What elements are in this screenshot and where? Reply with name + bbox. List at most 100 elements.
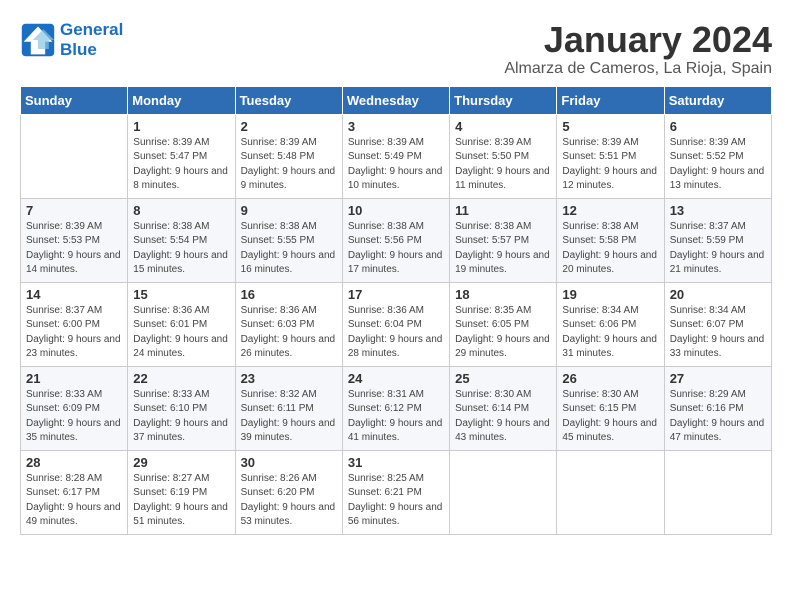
day-info: Sunrise: 8:36 AMSunset: 6:01 PMDaylight:…: [133, 304, 229, 362]
day-info: Sunrise: 8:38 AMSunset: 5:57 PMDaylight:…: [455, 220, 551, 278]
week-row-1: 1 Sunrise: 8:39 AMSunset: 5:47 PMDaylight…: [21, 114, 772, 198]
calendar-cell: 6 Sunrise: 8:39 AMSunset: 5:52 PMDaylight…: [664, 114, 771, 198]
day-info: Sunrise: 8:38 AMSunset: 5:56 PMDaylight:…: [348, 220, 444, 278]
day-number: 27: [670, 371, 766, 386]
calendar-table: SundayMondayTuesdayWednesdayThursdayFrid…: [20, 86, 772, 535]
calendar-cell: 12 Sunrise: 8:38 AMSunset: 5:58 PMDayligh…: [557, 198, 664, 282]
day-number: 8: [133, 203, 229, 218]
day-info: Sunrise: 8:38 AMSunset: 5:55 PMDaylight:…: [241, 220, 337, 278]
calendar-cell: 7 Sunrise: 8:39 AMSunset: 5:53 PMDaylight…: [21, 198, 128, 282]
day-info: Sunrise: 8:39 AMSunset: 5:51 PMDaylight:…: [562, 136, 658, 194]
calendar-cell: [557, 450, 664, 534]
day-number: 23: [241, 371, 337, 386]
calendar-cell: 2 Sunrise: 8:39 AMSunset: 5:48 PMDaylight…: [235, 114, 342, 198]
calendar-subtitle: Almarza de Cameros, La Rioja, Spain: [504, 60, 772, 78]
week-row-4: 21 Sunrise: 8:33 AMSunset: 6:09 PMDayligh…: [21, 366, 772, 450]
day-number: 4: [455, 119, 551, 134]
calendar-cell: 17 Sunrise: 8:36 AMSunset: 6:04 PMDayligh…: [342, 282, 449, 366]
calendar-cell: [664, 450, 771, 534]
logo-text: General Blue: [60, 20, 123, 61]
weekday-header-row: SundayMondayTuesdayWednesdayThursdayFrid…: [21, 86, 772, 114]
day-info: Sunrise: 8:35 AMSunset: 6:05 PMDaylight:…: [455, 304, 551, 362]
day-number: 5: [562, 119, 658, 134]
day-number: 19: [562, 287, 658, 302]
weekday-header-saturday: Saturday: [664, 86, 771, 114]
day-info: Sunrise: 8:30 AMSunset: 6:15 PMDaylight:…: [562, 388, 658, 446]
day-info: Sunrise: 8:39 AMSunset: 5:48 PMDaylight:…: [241, 136, 337, 194]
title-area: January 2024 Almarza de Cameros, La Rioj…: [504, 20, 772, 78]
day-number: 21: [26, 371, 122, 386]
day-number: 13: [670, 203, 766, 218]
day-info: Sunrise: 8:31 AMSunset: 6:12 PMDaylight:…: [348, 388, 444, 446]
day-number: 31: [348, 455, 444, 470]
calendar-cell: 1 Sunrise: 8:39 AMSunset: 5:47 PMDaylight…: [128, 114, 235, 198]
calendar-title: January 2024: [504, 20, 772, 60]
calendar-cell: 15Sunrise: 8:36 AMSunset: 6:01 PMDayligh…: [128, 282, 235, 366]
calendar-cell: 31 Sunrise: 8:25 AMSunset: 6:21 PMDayligh…: [342, 450, 449, 534]
logo-icon: [20, 22, 56, 58]
calendar-cell: 26 Sunrise: 8:30 AMSunset: 6:15 PMDayligh…: [557, 366, 664, 450]
day-info: Sunrise: 8:39 AMSunset: 5:53 PMDaylight:…: [26, 220, 122, 278]
page-header: General Blue January 2024 Almarza de Cam…: [20, 20, 772, 78]
day-number: 7: [26, 203, 122, 218]
day-info: Sunrise: 8:39 AMSunset: 5:49 PMDaylight:…: [348, 136, 444, 194]
calendar-cell: 19 Sunrise: 8:34 AMSunset: 6:06 PMDayligh…: [557, 282, 664, 366]
calendar-cell: 27 Sunrise: 8:29 AMSunset: 6:16 PMDayligh…: [664, 366, 771, 450]
day-info: Sunrise: 8:33 AMSunset: 6:09 PMDaylight:…: [26, 388, 122, 446]
calendar-cell: 5 Sunrise: 8:39 AMSunset: 5:51 PMDaylight…: [557, 114, 664, 198]
day-number: 14: [26, 287, 122, 302]
day-info: Sunrise: 8:29 AMSunset: 6:16 PMDaylight:…: [670, 388, 766, 446]
day-info: Sunrise: 8:36 AMSunset: 6:03 PMDaylight:…: [241, 304, 337, 362]
calendar-cell: 16 Sunrise: 8:36 AMSunset: 6:03 PMDayligh…: [235, 282, 342, 366]
calendar-cell: 22Sunrise: 8:33 AMSunset: 6:10 PMDayligh…: [128, 366, 235, 450]
calendar-cell: 23 Sunrise: 8:32 AMSunset: 6:11 PMDayligh…: [235, 366, 342, 450]
calendar-cell: 24 Sunrise: 8:31 AMSunset: 6:12 PMDayligh…: [342, 366, 449, 450]
calendar-cell: 25Sunrise: 8:30 AMSunset: 6:14 PMDayligh…: [450, 366, 557, 450]
day-info: Sunrise: 8:34 AMSunset: 6:06 PMDaylight:…: [562, 304, 658, 362]
calendar-cell: 10Sunrise: 8:38 AMSunset: 5:56 PMDayligh…: [342, 198, 449, 282]
calendar-cell: 28 Sunrise: 8:28 AMSunset: 6:17 PMDayligh…: [21, 450, 128, 534]
day-number: 12: [562, 203, 658, 218]
day-number: 2: [241, 119, 337, 134]
day-number: 17: [348, 287, 444, 302]
calendar-cell: [450, 450, 557, 534]
day-number: 3: [348, 119, 444, 134]
day-info: Sunrise: 8:39 AMSunset: 5:47 PMDaylight:…: [133, 136, 229, 194]
day-info: Sunrise: 8:25 AMSunset: 6:21 PMDaylight:…: [348, 472, 444, 530]
day-info: Sunrise: 8:36 AMSunset: 6:04 PMDaylight:…: [348, 304, 444, 362]
week-row-2: 7 Sunrise: 8:39 AMSunset: 5:53 PMDaylight…: [21, 198, 772, 282]
day-number: 26: [562, 371, 658, 386]
day-info: Sunrise: 8:34 AMSunset: 6:07 PMDaylight:…: [670, 304, 766, 362]
weekday-header-tuesday: Tuesday: [235, 86, 342, 114]
weekday-header-sunday: Sunday: [21, 86, 128, 114]
day-number: 18: [455, 287, 551, 302]
day-number: 25: [455, 371, 551, 386]
calendar-cell: 30 Sunrise: 8:26 AMSunset: 6:20 PMDayligh…: [235, 450, 342, 534]
day-info: Sunrise: 8:26 AMSunset: 6:20 PMDaylight:…: [241, 472, 337, 530]
week-row-5: 28 Sunrise: 8:28 AMSunset: 6:17 PMDayligh…: [21, 450, 772, 534]
weekday-header-wednesday: Wednesday: [342, 86, 449, 114]
day-number: 1: [133, 119, 229, 134]
day-number: 16: [241, 287, 337, 302]
logo-area: General Blue: [20, 20, 123, 61]
calendar-cell: 9 Sunrise: 8:38 AMSunset: 5:55 PMDaylight…: [235, 198, 342, 282]
day-info: Sunrise: 8:37 AMSunset: 6:00 PMDaylight:…: [26, 304, 122, 362]
day-info: Sunrise: 8:32 AMSunset: 6:11 PMDaylight:…: [241, 388, 337, 446]
day-info: Sunrise: 8:39 AMSunset: 5:52 PMDaylight:…: [670, 136, 766, 194]
calendar-cell: 20Sunrise: 8:34 AMSunset: 6:07 PMDayligh…: [664, 282, 771, 366]
day-number: 22: [133, 371, 229, 386]
calendar-cell: 3 Sunrise: 8:39 AMSunset: 5:49 PMDaylight…: [342, 114, 449, 198]
calendar-cell: 18 Sunrise: 8:35 AMSunset: 6:05 PMDayligh…: [450, 282, 557, 366]
day-number: 9: [241, 203, 337, 218]
day-number: 6: [670, 119, 766, 134]
calendar-cell: 14 Sunrise: 8:37 AMSunset: 6:00 PMDayligh…: [21, 282, 128, 366]
day-info: Sunrise: 8:28 AMSunset: 6:17 PMDaylight:…: [26, 472, 122, 530]
day-number: 30: [241, 455, 337, 470]
week-row-3: 14 Sunrise: 8:37 AMSunset: 6:00 PMDayligh…: [21, 282, 772, 366]
calendar-cell: 4Sunrise: 8:39 AMSunset: 5:50 PMDaylight…: [450, 114, 557, 198]
day-number: 28: [26, 455, 122, 470]
day-info: Sunrise: 8:38 AMSunset: 5:58 PMDaylight:…: [562, 220, 658, 278]
calendar-cell: [21, 114, 128, 198]
day-number: 24: [348, 371, 444, 386]
day-number: 29: [133, 455, 229, 470]
